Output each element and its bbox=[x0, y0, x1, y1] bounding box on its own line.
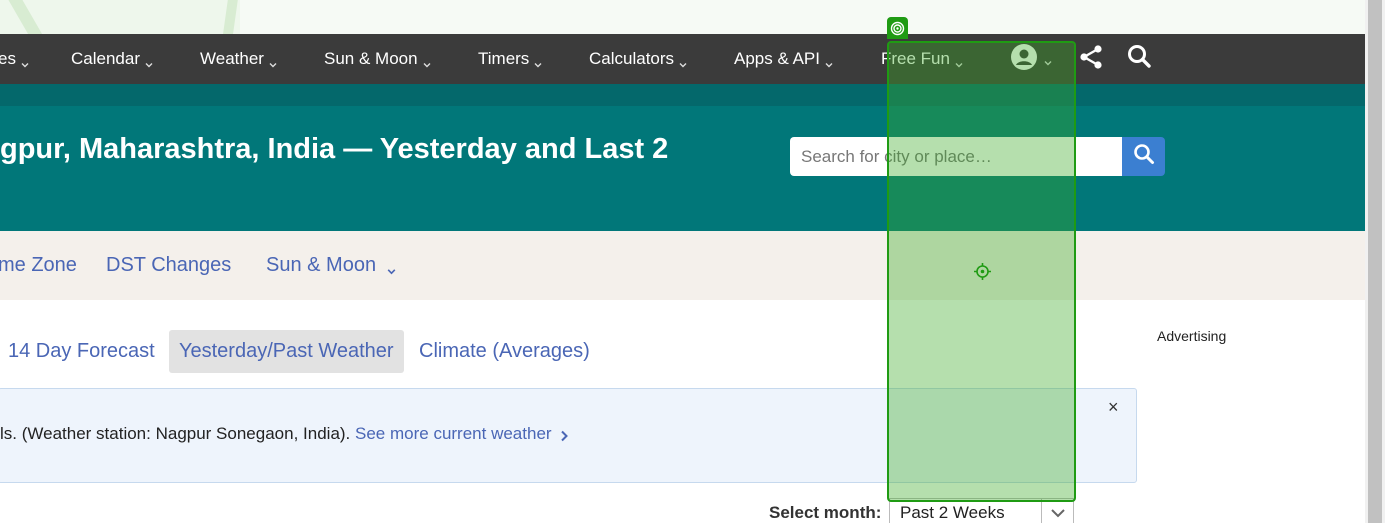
subnav-item-time-zone[interactable]: me Zone bbox=[0, 231, 77, 300]
nav-item-sun-moon[interactable]: Sun & Moon bbox=[324, 34, 432, 84]
search-button[interactable] bbox=[1122, 137, 1165, 176]
subnav-item-label: me Zone bbox=[0, 254, 77, 276]
tab-label: 14 Day Forecast bbox=[8, 340, 155, 362]
notice-text: ls. (Weather station: Nagpur Sonegaon, I… bbox=[0, 424, 351, 443]
chevron-down-icon bbox=[386, 260, 397, 275]
subnav-item-label: Sun & Moon bbox=[266, 254, 377, 276]
chevron-down-icon bbox=[824, 55, 834, 67]
tab-climate-averages[interactable]: Climate (Averages) bbox=[409, 330, 600, 373]
chevron-down-icon bbox=[422, 55, 432, 67]
map-road bbox=[2, 0, 52, 34]
nav-item-label: Calculators bbox=[589, 49, 675, 68]
nav-item-label: Weather bbox=[200, 49, 264, 68]
map-area bbox=[240, 0, 1365, 34]
nav-item-label: Sun & Moon bbox=[324, 49, 418, 68]
tab-yesterday-past-weather[interactable]: Yesterday/Past Weather bbox=[169, 330, 404, 373]
advertising-label: Advertising bbox=[1157, 328, 1227, 344]
month-select-value: Past 2 Weeks bbox=[900, 503, 1005, 522]
nav-item-label: Apps & API bbox=[734, 49, 820, 68]
nav-item-calendar[interactable]: Calendar bbox=[71, 34, 154, 84]
see-more-current-weather-link[interactable]: See more current weather bbox=[355, 424, 570, 443]
close-icon[interactable]: × bbox=[1108, 397, 1119, 418]
tab-label: Climate (Averages) bbox=[419, 340, 590, 362]
search-icon bbox=[1133, 143, 1155, 170]
target-icon bbox=[887, 17, 908, 39]
top-navigation: es Calendar Weather Sun & Moon Timers Ca… bbox=[0, 34, 1365, 84]
share-button[interactable] bbox=[1078, 34, 1104, 84]
chevron-down-icon bbox=[533, 55, 543, 67]
nav-item-apps-api[interactable]: Apps & API bbox=[734, 34, 834, 84]
nav-item-calculators[interactable]: Calculators bbox=[589, 34, 688, 84]
share-icon bbox=[1078, 44, 1104, 75]
nav-item-label: Calendar bbox=[71, 49, 140, 68]
notice-link-label: See more current weather bbox=[355, 424, 552, 443]
tab-label: Yesterday/Past Weather bbox=[179, 340, 394, 362]
crosshair-icon bbox=[974, 263, 991, 280]
map-road bbox=[220, 0, 240, 34]
chevron-right-icon bbox=[558, 428, 570, 442]
chevron-down-icon bbox=[144, 55, 154, 67]
subnav-item-sun-moon[interactable]: Sun & Moon bbox=[266, 231, 397, 300]
nav-item-label: Timers bbox=[478, 49, 530, 68]
subnav-item-label: DST Changes bbox=[106, 254, 232, 276]
page-title: gpur, Maharashtra, India — Yesterday and… bbox=[0, 133, 669, 165]
header-strip bbox=[0, 84, 1365, 106]
tab-14-day-forecast[interactable]: 14 Day Forecast bbox=[0, 330, 165, 373]
nav-item-weather[interactable]: Weather bbox=[200, 34, 278, 84]
map-strip bbox=[0, 0, 1365, 34]
scrollbar-thumb[interactable] bbox=[1368, 0, 1382, 523]
chevron-down-icon bbox=[20, 55, 30, 67]
chevron-down-icon bbox=[1041, 499, 1073, 523]
nav-item-timers[interactable]: Timers bbox=[478, 34, 543, 84]
search-icon bbox=[1127, 44, 1152, 74]
nav-item-label: es bbox=[0, 49, 16, 68]
chevron-down-icon bbox=[268, 55, 278, 67]
site-search-button[interactable] bbox=[1127, 34, 1152, 84]
nav-item-time-zones[interactable]: es bbox=[0, 34, 30, 84]
chevron-down-icon bbox=[678, 55, 688, 67]
notice-message: ls. (Weather station: Nagpur Sonegaon, I… bbox=[0, 424, 570, 444]
subnav-item-dst-changes[interactable]: DST Changes bbox=[106, 231, 231, 300]
sub-navigation: me Zone DST Changes Sun & Moon bbox=[0, 231, 1365, 300]
select-month-label: Select month: bbox=[769, 503, 882, 522]
